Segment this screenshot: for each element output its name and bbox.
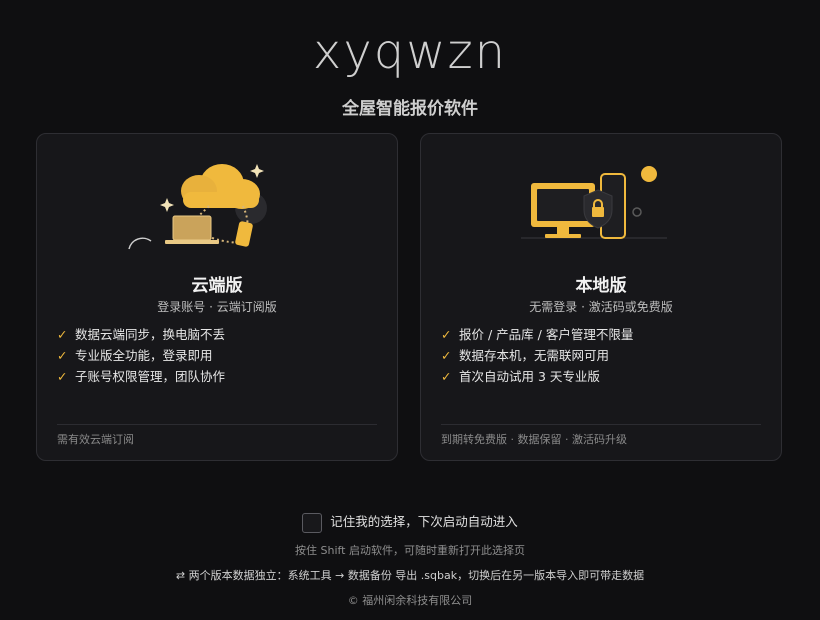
cloud-icon [37, 156, 397, 266]
feature-item: ✓ 专业版全功能，登录即用 [57, 345, 225, 366]
check-icon: ✓ [441, 369, 452, 384]
cloud-edition-card[interactable]: 云端版 登录账号 · 云端订阅版 ✓ 数据云端同步，换电脑不丢 ✓ 专业版全功能，登… [36, 133, 398, 461]
card-title: 本地版 [575, 276, 627, 296]
copyright: © 福州闲余科技有限公司 [347, 594, 473, 607]
local-edition-card[interactable]: 本地版 无需登录 · 激活码或免费版 ✓ 报价 / 产品库 / 客户管理不限量 ✓… [420, 133, 782, 461]
feature-list: ✓ 报价 / 产品库 / 客户管理不限量 ✓ 数据存本机，无需联网可用 ✓ 首次自动试… [441, 324, 633, 387]
feature-item: ✓ 子账号权限管理，团队协作 [57, 366, 225, 387]
app-subtitle: 全屋智能报价软件 [342, 99, 478, 119]
check-icon: ✓ [441, 348, 452, 363]
feature-item: ✓ 首次自动试用 3 天专业版 [441, 366, 633, 387]
feature-list: ✓ 数据云端同步，换电脑不丢 ✓ 专业版全功能，登录即用 ✓ 子账号权限管理，团队协作 [57, 324, 225, 387]
card-divider [57, 424, 377, 425]
remember-choice-row[interactable]: 记住我的选择，下次启动自动进入 [0, 511, 820, 533]
remember-checkbox[interactable] [302, 512, 323, 533]
check-icon: ✓ [57, 348, 68, 363]
app-logo: xyqwzn [312, 24, 508, 80]
feature-item: ✓ 数据存本机，无需联网可用 [441, 345, 633, 366]
feature-item: ✓ 数据云端同步，换电脑不丢 [57, 324, 225, 345]
card-footnote: 到期转免费版 · 数据保留 · 激活码升级 [441, 433, 627, 446]
data-transfer-note: ⇄ 两个版本数据独立：系统工具 → 数据备份 导出 .sqbak，切换后在另一版… [175, 569, 645, 582]
feature-item: ✓ 报价 / 产品库 / 客户管理不限量 [441, 324, 633, 345]
card-footnote: 需有效云端订阅 [57, 433, 134, 446]
card-title: 云端版 [191, 276, 243, 296]
remember-label[interactable]: 记住我的选择，下次启动自动进入 [330, 514, 518, 529]
card-subtitle: 登录账号 · 云端订阅版 [157, 300, 277, 314]
shift-hint: 按住 Shift 启动软件，可随时重新打开此选择页 [295, 544, 525, 557]
check-icon: ✓ [441, 327, 452, 342]
card-divider [441, 424, 761, 425]
check-icon: ✓ [57, 369, 68, 384]
desktop-lock-icon [421, 156, 781, 266]
card-subtitle: 无需登录 · 激活码或免费版 [529, 300, 673, 314]
check-icon: ✓ [57, 327, 68, 342]
